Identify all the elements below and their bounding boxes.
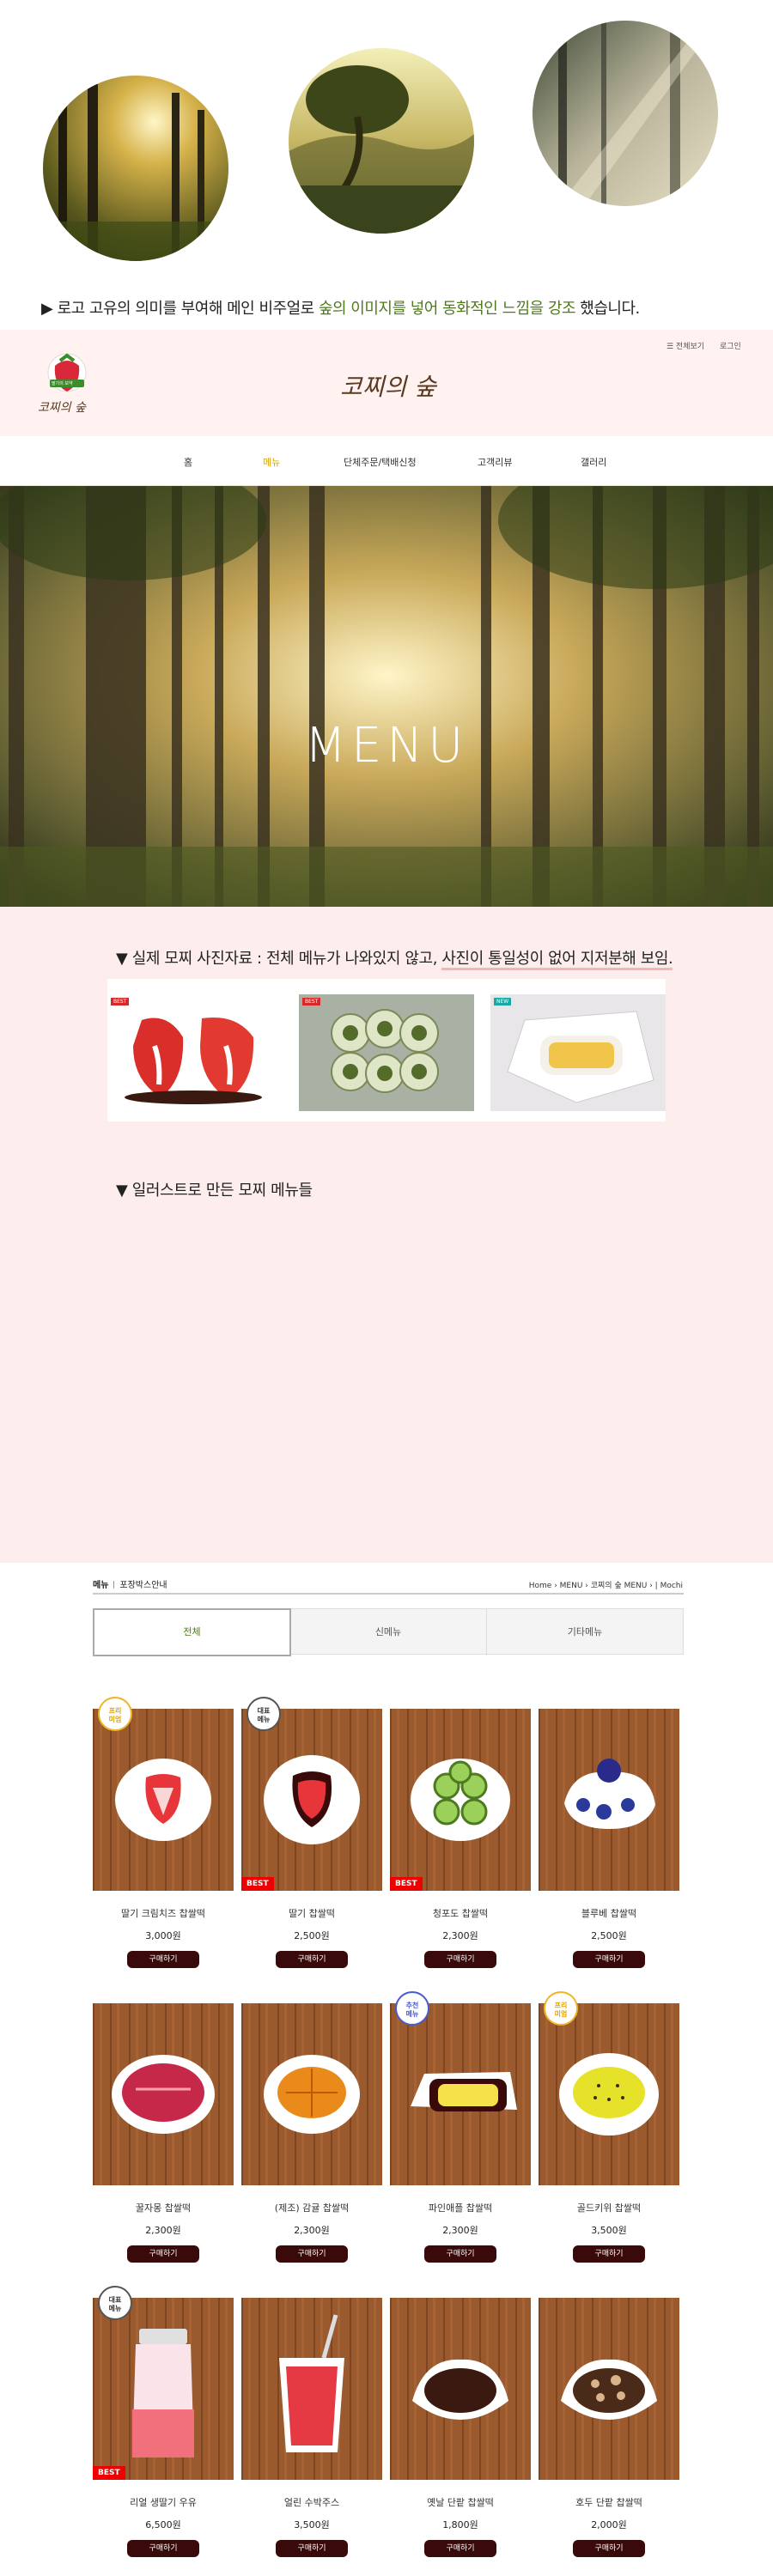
arrow-icon: ▶ xyxy=(41,300,53,318)
divider xyxy=(93,1593,684,1595)
product-name[interactable]: 블루베 찹쌀떡 xyxy=(539,1906,679,1920)
product-name[interactable]: 옛날 단팥 찹쌀떡 xyxy=(390,2495,531,2509)
product-price: 2,300원 xyxy=(294,2225,330,2236)
product-name[interactable]: (제조) 감귤 찹쌀떡 xyxy=(241,2201,382,2215)
product-price: 2,300원 xyxy=(145,2225,181,2236)
product-card[interactable] xyxy=(390,2003,531,2185)
menu-tabs: 전체 신메뉴 기타메뉴 xyxy=(93,1608,684,1656)
product-card[interactable] xyxy=(93,2003,234,2185)
product-price: 6,500원 xyxy=(145,2519,181,2530)
brand-wordmark: 코찌의 숲 xyxy=(340,373,436,401)
section-title-photos: ▼ 실제 모찌 사진자료 : 전체 메뉴가 나와있지 않고, 사진이 통일성이 … xyxy=(116,946,673,970)
buy-button[interactable]: 구매하기 xyxy=(127,2540,199,2557)
product-price: 2,300원 xyxy=(442,2225,478,2236)
photo-strawberry: BEST xyxy=(107,994,283,1111)
menu-badge: 추천 메뉴 xyxy=(395,1991,429,2026)
product-card[interactable]: BEST xyxy=(241,1709,382,1891)
product-name[interactable]: 리얼 생딸기 우유 xyxy=(93,2495,234,2509)
section-title-illustrations: ▼ 일러스트로 만든 모찌 메뉴들 xyxy=(116,1182,313,1200)
buy-button[interactable]: 구매하기 xyxy=(276,2540,348,2557)
nav-item-menu[interactable]: 메뉴 xyxy=(263,455,280,469)
hero-title: MENU xyxy=(304,718,469,774)
main-nav: 홈 메뉴 단체주문/택배신청 고객리뷰 갤러리 xyxy=(0,436,773,486)
intro-caption: ▶ 로고 고유의 의미를 부여해 메인 비주얼로 숲의 이미지를 넣어 동화적인… xyxy=(41,300,640,318)
forest-photo-sunrise xyxy=(43,76,228,261)
product-price: 3,500원 xyxy=(591,2225,627,2236)
menu-badge: 대표 메뉴 xyxy=(98,2286,132,2320)
product-card[interactable]: BEST xyxy=(390,1709,531,1891)
photo-grape: BEST xyxy=(299,994,474,1111)
tab-all[interactable]: 전체 xyxy=(93,1608,291,1656)
product-name[interactable]: 골드키위 찹쌀떡 xyxy=(539,2201,679,2215)
tab-other[interactable]: 기타메뉴 xyxy=(487,1609,683,1656)
nav-item-group-order[interactable]: 단체주문/택배신청 xyxy=(344,455,417,469)
product-name[interactable]: 딸기 크림치즈 찹쌀떡 xyxy=(93,1906,234,1920)
product-card[interactable] xyxy=(539,2003,679,2185)
product-card[interactable] xyxy=(241,2003,382,2185)
product-name[interactable]: 얼린 수박주스 xyxy=(241,2495,382,2509)
menu-badge: 프리 미엄 xyxy=(98,1697,132,1731)
buy-button[interactable]: 구매하기 xyxy=(127,2245,199,2263)
site-header: 딸기의 보약 코찌의 숲 코찌의 숲 ☰ 전체보기 로그인 xyxy=(0,330,773,436)
nav-item-gallery[interactable]: 갤러리 xyxy=(581,455,606,469)
product-card[interactable] xyxy=(241,2298,382,2480)
product-price: 2,500원 xyxy=(591,1930,627,1941)
site-logo[interactable]: 딸기의 보약 코찌의 숲 xyxy=(26,343,108,426)
buy-button[interactable]: 구매하기 xyxy=(573,2245,645,2263)
buy-button[interactable]: 구매하기 xyxy=(424,2540,496,2557)
best-badge: BEST xyxy=(241,1877,274,1891)
product-name[interactable]: 호두 단팥 찹쌀떡 xyxy=(539,2495,679,2509)
best-badge: BEST xyxy=(390,1877,423,1891)
product-card[interactable] xyxy=(539,1709,679,1891)
product-name[interactable]: 파인애플 찹쌀떡 xyxy=(390,2201,531,2215)
product-card[interactable] xyxy=(390,2298,531,2480)
buy-button[interactable]: 구매하기 xyxy=(573,1951,645,1968)
breadcrumb[interactable]: Home › MENU › 코찌의 숲 MENU › | Mochi xyxy=(529,1579,683,1590)
product-name[interactable]: 딸기 찹쌀떡 xyxy=(241,1906,382,1920)
product-price: 3,000원 xyxy=(145,1930,181,1941)
product-price: 2,000원 xyxy=(591,2519,627,2530)
nav-item-home[interactable]: 홈 xyxy=(184,455,192,469)
product-card[interactable]: BEST xyxy=(93,2298,234,2480)
buy-button[interactable]: 구매하기 xyxy=(276,2245,348,2263)
tab-new[interactable]: 신메뉴 xyxy=(290,1609,487,1656)
product-price: 3,500원 xyxy=(294,2519,330,2530)
photo-strip: BEST BEST NEW xyxy=(107,979,666,1121)
menu-badge: 프리 미엄 xyxy=(544,1991,578,2026)
product-price: 2,500원 xyxy=(294,1930,330,1941)
product-name[interactable]: 청포도 찹쌀떡 xyxy=(390,1906,531,1920)
forest-photo-lake-tree xyxy=(289,48,474,234)
view-all-link[interactable]: ☰ 전체보기 xyxy=(666,340,704,351)
buy-button[interactable]: 구매하기 xyxy=(127,1951,199,1968)
product-name[interactable]: 꿀자몽 찹쌀떡 xyxy=(93,2201,234,2215)
buy-button[interactable]: 구매하기 xyxy=(424,2245,496,2263)
nav-item-reviews[interactable]: 고객리뷰 xyxy=(478,455,512,469)
login-link[interactable]: 로그인 xyxy=(720,340,741,351)
shop-heading: 메뉴 포장박스안내 xyxy=(93,1581,167,1590)
hero-banner xyxy=(0,486,773,907)
buy-button[interactable]: 구매하기 xyxy=(424,1951,496,1968)
buy-button[interactable]: 구매하기 xyxy=(276,1951,348,1968)
product-card[interactable] xyxy=(539,2298,679,2480)
buy-button[interactable]: 구매하기 xyxy=(573,2540,645,2557)
forest-photo-sunbeams xyxy=(533,21,718,206)
menu-badge: 대표 메뉴 xyxy=(247,1697,281,1731)
best-badge: BEST xyxy=(93,2466,125,2480)
photo-pineapple: NEW xyxy=(490,994,666,1111)
product-price: 1,800원 xyxy=(442,2519,478,2530)
product-price: 2,300원 xyxy=(442,1930,478,1941)
product-card[interactable] xyxy=(93,1709,234,1891)
